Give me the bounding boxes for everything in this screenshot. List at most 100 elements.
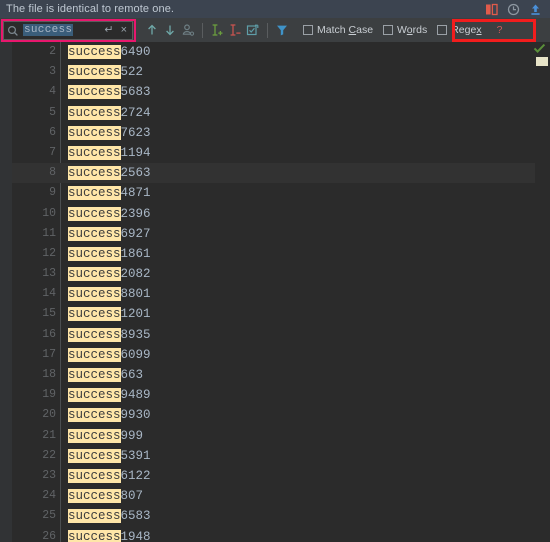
scrollbar-match-marker[interactable] [536, 57, 548, 66]
regex-label: Regex [451, 24, 482, 36]
editor-line[interactable]: 2 success6490 [0, 42, 535, 62]
line-content[interactable]: success1948 [68, 527, 151, 542]
line-content[interactable]: success1194 [68, 143, 151, 163]
add-line-to-selection-button[interactable] [208, 20, 226, 40]
editor-line[interactable]: 4 success5683 [0, 82, 535, 102]
words-checkbox-box[interactable] [383, 25, 394, 35]
editor-line[interactable]: 8 success2563 [0, 163, 535, 184]
upload-to-remote-icon[interactable] [529, 3, 542, 16]
line-content[interactable]: success5391 [68, 446, 151, 466]
remove-line-from-selection-button[interactable] [226, 20, 244, 40]
search-history-enter-button[interactable]: ↵ [104, 24, 113, 36]
line-content[interactable]: success1861 [68, 244, 151, 264]
editor-line[interactable]: 13 success2082 [0, 264, 535, 284]
line-remainder: 6490 [120, 45, 151, 59]
line-remainder: 6927 [120, 226, 151, 241]
toolbar-divider-1 [202, 22, 203, 38]
editor-line[interactable]: 21 success999 [0, 426, 535, 446]
editor-line[interactable]: 9 success4871 [0, 183, 535, 203]
match-case-checkbox-box[interactable] [303, 25, 313, 35]
find-previous-button[interactable] [143, 20, 161, 40]
line-remainder: 2724 [120, 105, 151, 120]
compare-with-remote-icon[interactable] [485, 3, 498, 16]
search-match-highlight: success [68, 226, 121, 241]
words-checkbox[interactable]: Words [383, 24, 427, 36]
line-content[interactable]: success2724 [68, 103, 151, 123]
filter-button[interactable] [273, 20, 291, 40]
line-content[interactable]: success6490 [68, 42, 151, 62]
search-match-highlight: success [68, 408, 121, 423]
regex-help-icon[interactable]: ? [497, 24, 503, 36]
line-number: 8 [49, 166, 56, 180]
line-content[interactable]: success5683 [68, 82, 151, 102]
line-content[interactable]: success2082 [68, 264, 151, 284]
editor-line[interactable]: 17 success6099 [0, 345, 535, 365]
line-content[interactable]: success6122 [68, 466, 151, 486]
line-number: 10 [42, 206, 56, 220]
editor-line[interactable]: 14 success8801 [0, 284, 535, 304]
line-content[interactable]: success999 [68, 426, 143, 446]
editor-line[interactable]: 22 success5391 [0, 446, 535, 466]
find-options: Match Case Words Regex ? [303, 24, 502, 36]
line-content[interactable]: success9489 [68, 385, 151, 405]
regex-checkbox-box[interactable] [437, 25, 448, 35]
revert-history-icon[interactable] [507, 3, 520, 16]
line-remainder: 1194 [120, 145, 151, 160]
search-field[interactable]: success ↵ × [3, 20, 133, 40]
line-remainder: 999 [120, 428, 144, 443]
search-match-highlight: success [68, 105, 121, 120]
line-content[interactable]: success2396 [68, 204, 151, 224]
line-content[interactable]: success6927 [68, 224, 151, 244]
editor-line[interactable]: 24 success807 [0, 486, 535, 506]
inspection-ok-icon[interactable] [533, 42, 546, 55]
line-content[interactable]: success1201 [68, 304, 151, 324]
line-content[interactable]: success2563 [68, 163, 151, 183]
editor-line[interactable]: 6 success7623 [0, 123, 535, 143]
line-remainder: 2563 [120, 166, 151, 181]
line-remainder: 1201 [120, 307, 151, 322]
line-number: 14 [42, 287, 56, 301]
search-match-highlight: success [68, 186, 121, 201]
open-in-find-window-button[interactable] [244, 20, 262, 40]
line-number: 26 [42, 529, 56, 542]
line-content[interactable]: success7623 [68, 123, 151, 143]
match-case-checkbox[interactable]: Match Case [303, 24, 373, 36]
editor-line[interactable]: 11 success6927 [0, 224, 535, 244]
match-case-label: Match Case [317, 24, 374, 36]
line-content[interactable]: success8801 [68, 284, 151, 304]
search-clear-button[interactable]: × [121, 24, 127, 36]
editor-line[interactable]: 23 success6122 [0, 466, 535, 486]
line-content[interactable]: success522 [68, 62, 143, 82]
search-match-highlight: success [68, 166, 121, 181]
line-remainder: 2082 [120, 267, 151, 282]
search-input-value[interactable]: success [23, 24, 74, 36]
line-content[interactable]: success9930 [68, 405, 151, 425]
find-next-button[interactable] [161, 20, 179, 40]
editor-scrollbar[interactable] [535, 42, 550, 542]
editor-line[interactable]: 18 success663 [0, 365, 535, 385]
line-content[interactable]: success663 [68, 365, 143, 385]
editor-line[interactable]: 5 success2724 [0, 103, 535, 123]
line-content[interactable]: success4871 [68, 183, 151, 203]
editor-line[interactable]: 3 success522 [0, 62, 535, 82]
editor-line[interactable]: 7 success1194 [0, 143, 535, 163]
editor-line[interactable]: 10 success2396 [0, 204, 535, 224]
line-number: 21 [42, 428, 56, 442]
editor-line[interactable]: 19 success9489 [0, 385, 535, 405]
line-content[interactable]: success807 [68, 486, 143, 506]
editor-line[interactable]: 25 success6583 [0, 506, 535, 526]
line-content[interactable]: success8935 [68, 325, 151, 345]
line-number: 5 [49, 105, 56, 119]
select-all-occurrences-button[interactable] [179, 20, 197, 40]
line-content[interactable]: success6583 [68, 506, 151, 526]
line-remainder: 8935 [120, 327, 151, 342]
editor-line[interactable]: 12 success1861 [0, 244, 535, 264]
code-editor[interactable]: 2 success6490 3 success522 4 success5683 5 succ… [0, 42, 550, 542]
editor-line[interactable]: 15 success1201 [0, 304, 535, 324]
search-match-highlight: success [68, 529, 121, 542]
editor-line[interactable]: 20 success9930 [0, 405, 535, 425]
editor-line[interactable]: 26 success1948 [0, 527, 535, 542]
regex-checkbox[interactable]: Regex [437, 24, 482, 36]
line-content[interactable]: success6099 [68, 345, 151, 365]
editor-line[interactable]: 16 success8935 [0, 325, 535, 345]
